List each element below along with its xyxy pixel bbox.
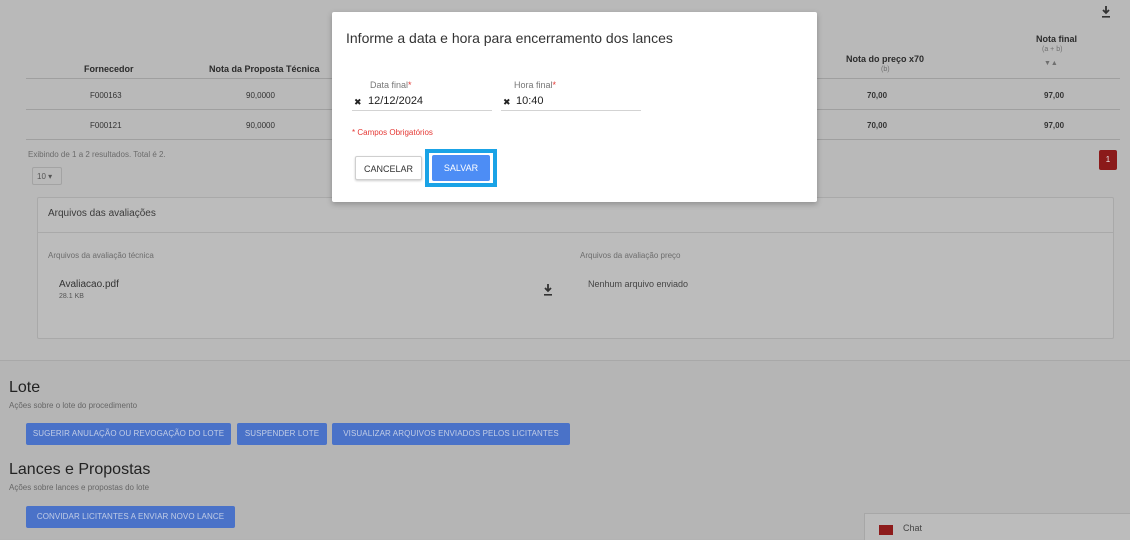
cell-fornecedor: F000163	[90, 91, 122, 100]
page-size-select[interactable]: 10 ▾	[32, 167, 62, 185]
cell-nota-final: 97,00	[1044, 91, 1065, 100]
time-input-underline	[501, 110, 641, 111]
chat-icon	[879, 525, 893, 535]
lances-title: Lances e Propostas	[9, 461, 151, 478]
header-nota-preco-sub: (b)	[881, 66, 890, 73]
header-nota-preco: Nota do preço x70	[846, 54, 925, 64]
header-nota-final-sub: (a + b)	[1042, 46, 1063, 53]
cell-nota-preco: 70,00	[867, 121, 888, 130]
cell-fornecedor: F000121	[90, 121, 122, 130]
suggest-annul-button[interactable]: SUGERIR ANULAÇÃO OU REVOGAÇÃO DO LOTE	[26, 423, 231, 445]
chat-label: Chat	[903, 523, 923, 533]
date-field-label: Data final*	[370, 80, 412, 90]
dialog-title: Informe a data e hora para encerramento …	[346, 30, 673, 46]
date-input-underline	[352, 110, 492, 111]
sort-icon[interactable]: ▼▲	[1044, 60, 1058, 67]
results-count: Exibindo de 1 a 2 resultados. Total é 2.	[28, 150, 166, 159]
header-fornecedor: Fornecedor	[84, 64, 134, 74]
cell-nota-tecnica: 90,0000	[246, 121, 275, 130]
date-input[interactable]: 12/12/2024	[368, 95, 423, 107]
no-file-text: Nenhum arquivo enviado	[588, 279, 689, 289]
suspend-lot-button[interactable]: SUSPENDER LOTE	[237, 423, 327, 445]
cell-nota-tecnica: 90,0000	[246, 91, 275, 100]
invite-bidders-button[interactable]: CONVIDAR LICITANTES A ENVIAR NOVO LANCE	[26, 506, 235, 528]
files-card: Arquivos das avaliações Arquivos da aval…	[37, 197, 1114, 339]
clear-time-icon[interactable]: ✖	[503, 97, 511, 108]
cell-nota-preco: 70,00	[867, 91, 888, 100]
download-icon[interactable]	[1101, 6, 1111, 18]
required-fields-note: * Campos Obrigatórios	[352, 128, 433, 137]
lote-title: Lote	[9, 379, 41, 396]
header-nota-final: Nota final	[1036, 34, 1078, 44]
cell-nota-final: 97,00	[1044, 121, 1065, 130]
clear-date-icon[interactable]: ✖	[354, 97, 362, 108]
cancel-button[interactable]: CANCELAR	[355, 156, 422, 180]
download-icon[interactable]	[543, 284, 553, 296]
files-card-title: Arquivos das avaliações	[48, 208, 156, 219]
files-card-divider	[38, 232, 1113, 233]
save-button[interactable]: SALVAR	[432, 155, 490, 181]
file-size: 28.1 KB	[59, 293, 84, 300]
view-files-button[interactable]: VISUALIZAR ARQUIVOS ENVIADOS PELOS LICIT…	[332, 423, 570, 445]
header-nota-tecnica: Nota da Proposta Técnica	[209, 64, 320, 74]
time-field-label: Hora final*	[514, 80, 557, 90]
file-name: Avaliacao.pdf	[59, 279, 119, 290]
chat-widget[interactable]: Chat	[864, 513, 1130, 540]
page-1-button[interactable]: 1	[1099, 150, 1117, 170]
tech-files-label: Arquivos da avaliação técnica	[48, 251, 154, 260]
lances-subtitle: Ações sobre lances e propostas do lote	[9, 483, 150, 492]
lote-subtitle: Ações sobre o lote do procedimento	[9, 401, 138, 410]
price-files-label: Arquivos da avaliação preço	[580, 251, 681, 260]
time-input[interactable]: 10:40	[516, 95, 544, 107]
end-bids-dialog: Informe a data e hora para encerramento …	[332, 12, 817, 202]
